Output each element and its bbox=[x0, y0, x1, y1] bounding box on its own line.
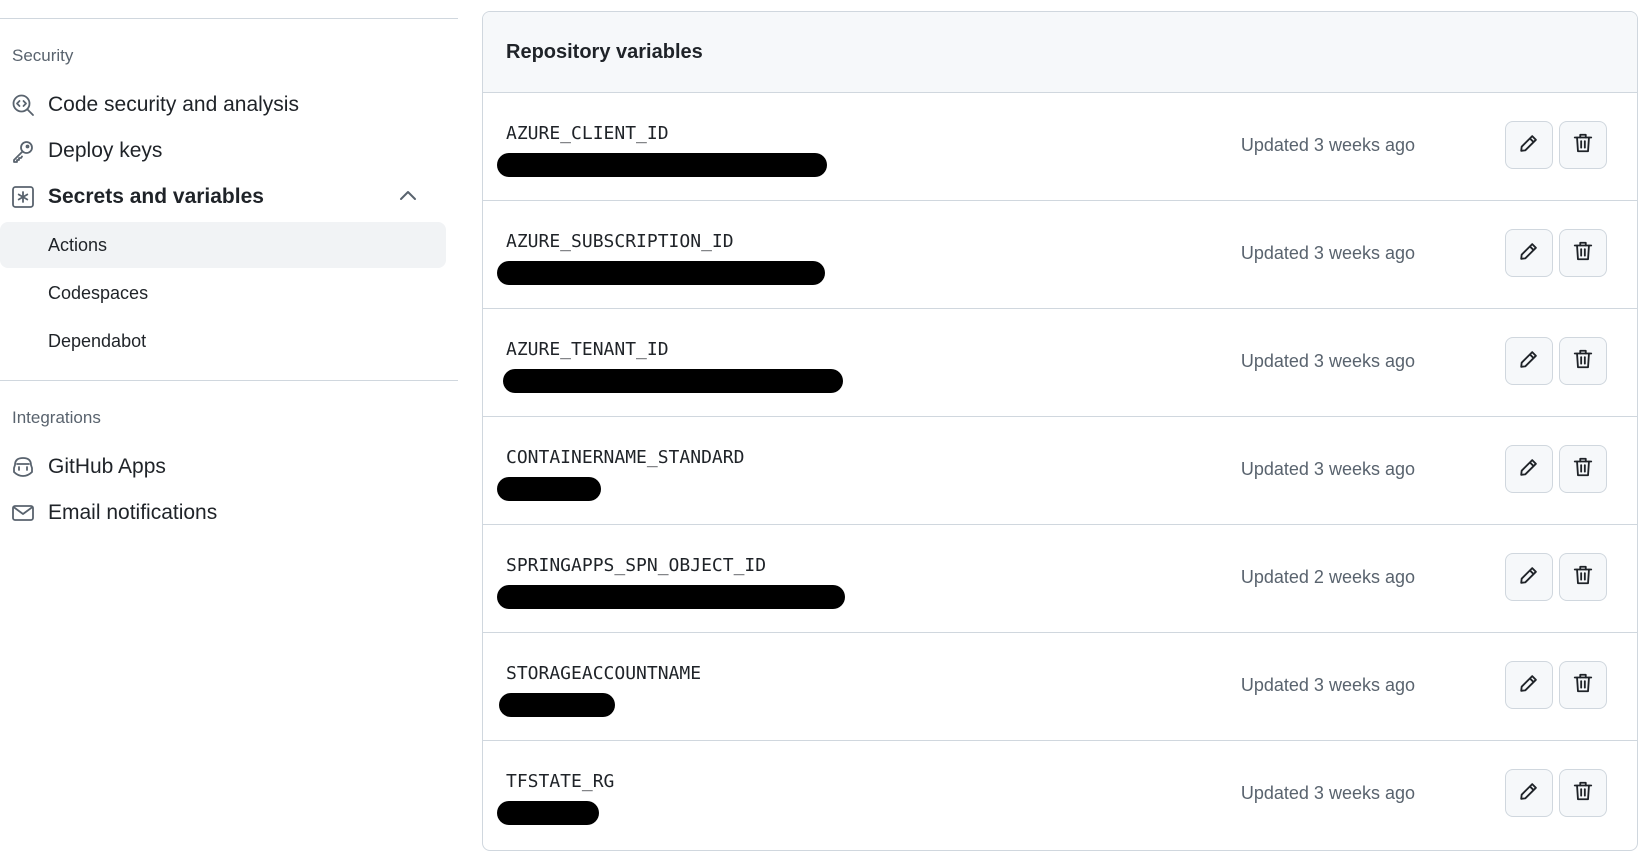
sidebar-item-secrets-and-variables[interactable]: Secrets and variables bbox=[0, 174, 446, 220]
variable-updated: Updated 3 weeks ago bbox=[1240, 675, 1415, 695]
integrations-heading: Integrations bbox=[12, 408, 101, 427]
sidebar-item-deploy-keys[interactable]: Deploy keys bbox=[0, 128, 446, 174]
sidebar-subitem-codespaces[interactable]: Codespaces bbox=[0, 270, 446, 316]
redacted-value bbox=[503, 369, 843, 393]
pencil-icon bbox=[1518, 132, 1540, 159]
mail-icon bbox=[10, 500, 36, 526]
codescan-icon bbox=[10, 92, 36, 118]
variable-row: AZURE_SUBSCRIPTION_ID Updated 3 weeks ag… bbox=[483, 201, 1637, 309]
variable-row: CONTAINERNAME_STANDARD Updated 3 weeks a… bbox=[483, 417, 1637, 525]
redacted-value bbox=[497, 153, 827, 177]
variable-updated: Updated 3 weeks ago bbox=[1240, 459, 1415, 479]
trash-icon bbox=[1572, 348, 1594, 375]
chevron-up-icon[interactable] bbox=[396, 184, 420, 208]
key-icon bbox=[10, 138, 36, 164]
variable-name: STORAGEACCOUNTNAME bbox=[506, 663, 702, 684]
redacted-value bbox=[497, 801, 599, 825]
redacted-value bbox=[497, 477, 601, 501]
edit-button[interactable] bbox=[1505, 769, 1553, 817]
sidebar-item-code-security[interactable]: Code security and analysis bbox=[0, 82, 446, 128]
sidebar-subitem-actions[interactable]: Actions bbox=[0, 222, 446, 268]
edit-button[interactable] bbox=[1505, 121, 1553, 169]
delete-button[interactable] bbox=[1559, 445, 1607, 493]
variable-row: SPRINGAPPS_SPN_OBJECT_ID Updated 2 weeks… bbox=[483, 525, 1637, 633]
variable-name: AZURE_TENANT_ID bbox=[506, 339, 669, 360]
redacted-value bbox=[497, 261, 825, 285]
trash-icon bbox=[1572, 132, 1594, 159]
sidebar-subitem-dependabot[interactable]: Dependabot bbox=[0, 318, 446, 364]
trash-icon bbox=[1572, 240, 1594, 267]
copilot-icon bbox=[10, 454, 36, 480]
variable-updated: Updated 3 weeks ago bbox=[1240, 135, 1415, 155]
variable-name: AZURE_SUBSCRIPTION_ID bbox=[506, 231, 734, 252]
delete-button[interactable] bbox=[1559, 229, 1607, 277]
variable-row: TFSTATE_RG Updated 3 weeks ago bbox=[483, 741, 1637, 849]
key-asterisk-icon bbox=[10, 184, 36, 210]
variable-row: AZURE_TENANT_ID Updated 3 weeks ago bbox=[483, 309, 1637, 417]
variable-updated: Updated 3 weeks ago bbox=[1240, 783, 1415, 803]
variable-name: AZURE_CLIENT_ID bbox=[506, 123, 669, 144]
sidebar-item-label: GitHub Apps bbox=[48, 455, 166, 478]
delete-button[interactable] bbox=[1559, 337, 1607, 385]
edit-button[interactable] bbox=[1505, 337, 1553, 385]
variable-name: SPRINGAPPS_SPN_OBJECT_ID bbox=[506, 555, 767, 576]
pencil-icon bbox=[1518, 240, 1540, 267]
edit-button[interactable] bbox=[1505, 445, 1553, 493]
sidebar-item-label: Deploy keys bbox=[48, 139, 163, 162]
repository-variables-panel: Repository variables AZURE_CLIENT_ID Upd… bbox=[482, 11, 1638, 851]
pencil-icon bbox=[1518, 348, 1540, 375]
sidebar-subitem-label: Codespaces bbox=[48, 282, 149, 303]
sidebar-subitem-label: Dependabot bbox=[48, 330, 147, 351]
sidebar-divider bbox=[0, 380, 458, 381]
pencil-icon bbox=[1518, 564, 1540, 591]
pencil-icon bbox=[1518, 456, 1540, 483]
trash-icon bbox=[1572, 564, 1594, 591]
redacted-value bbox=[499, 693, 615, 717]
sidebar-item-email-notifications[interactable]: Email notifications bbox=[0, 490, 446, 536]
variable-row: AZURE_CLIENT_ID Updated 3 weeks ago bbox=[483, 93, 1637, 201]
settings-sidebar: Security Code security and analysis Depl… bbox=[0, 0, 458, 868]
pencil-icon bbox=[1518, 672, 1540, 699]
trash-icon bbox=[1572, 780, 1594, 807]
delete-button[interactable] bbox=[1559, 553, 1607, 601]
delete-button[interactable] bbox=[1559, 121, 1607, 169]
security-heading: Security bbox=[12, 46, 74, 65]
variable-updated: Updated 3 weeks ago bbox=[1240, 351, 1415, 371]
variable-row: STORAGEACCOUNTNAME Updated 3 weeks ago bbox=[483, 633, 1637, 741]
delete-button[interactable] bbox=[1559, 769, 1607, 817]
variable-updated: Updated 2 weeks ago bbox=[1240, 567, 1415, 587]
variable-updated: Updated 3 weeks ago bbox=[1240, 243, 1415, 263]
trash-icon bbox=[1572, 672, 1594, 699]
delete-button[interactable] bbox=[1559, 661, 1607, 709]
edit-button[interactable] bbox=[1505, 553, 1553, 601]
sidebar-divider bbox=[0, 18, 458, 19]
edit-button[interactable] bbox=[1505, 661, 1553, 709]
sidebar-item-label: Secrets and variables bbox=[48, 185, 264, 208]
sidebar-subitem-label: Actions bbox=[48, 234, 108, 255]
edit-button[interactable] bbox=[1505, 229, 1553, 277]
variable-name: CONTAINERNAME_STANDARD bbox=[506, 447, 745, 468]
variable-name: TFSTATE_RG bbox=[506, 771, 615, 792]
panel-title: Repository variables bbox=[483, 12, 1637, 93]
sidebar-item-label: Code security and analysis bbox=[48, 93, 299, 116]
sidebar-item-github-apps[interactable]: GitHub Apps bbox=[0, 444, 446, 490]
trash-icon bbox=[1572, 456, 1594, 483]
redacted-value bbox=[497, 585, 845, 609]
sidebar-item-label: Email notifications bbox=[48, 501, 218, 524]
pencil-icon bbox=[1518, 780, 1540, 807]
